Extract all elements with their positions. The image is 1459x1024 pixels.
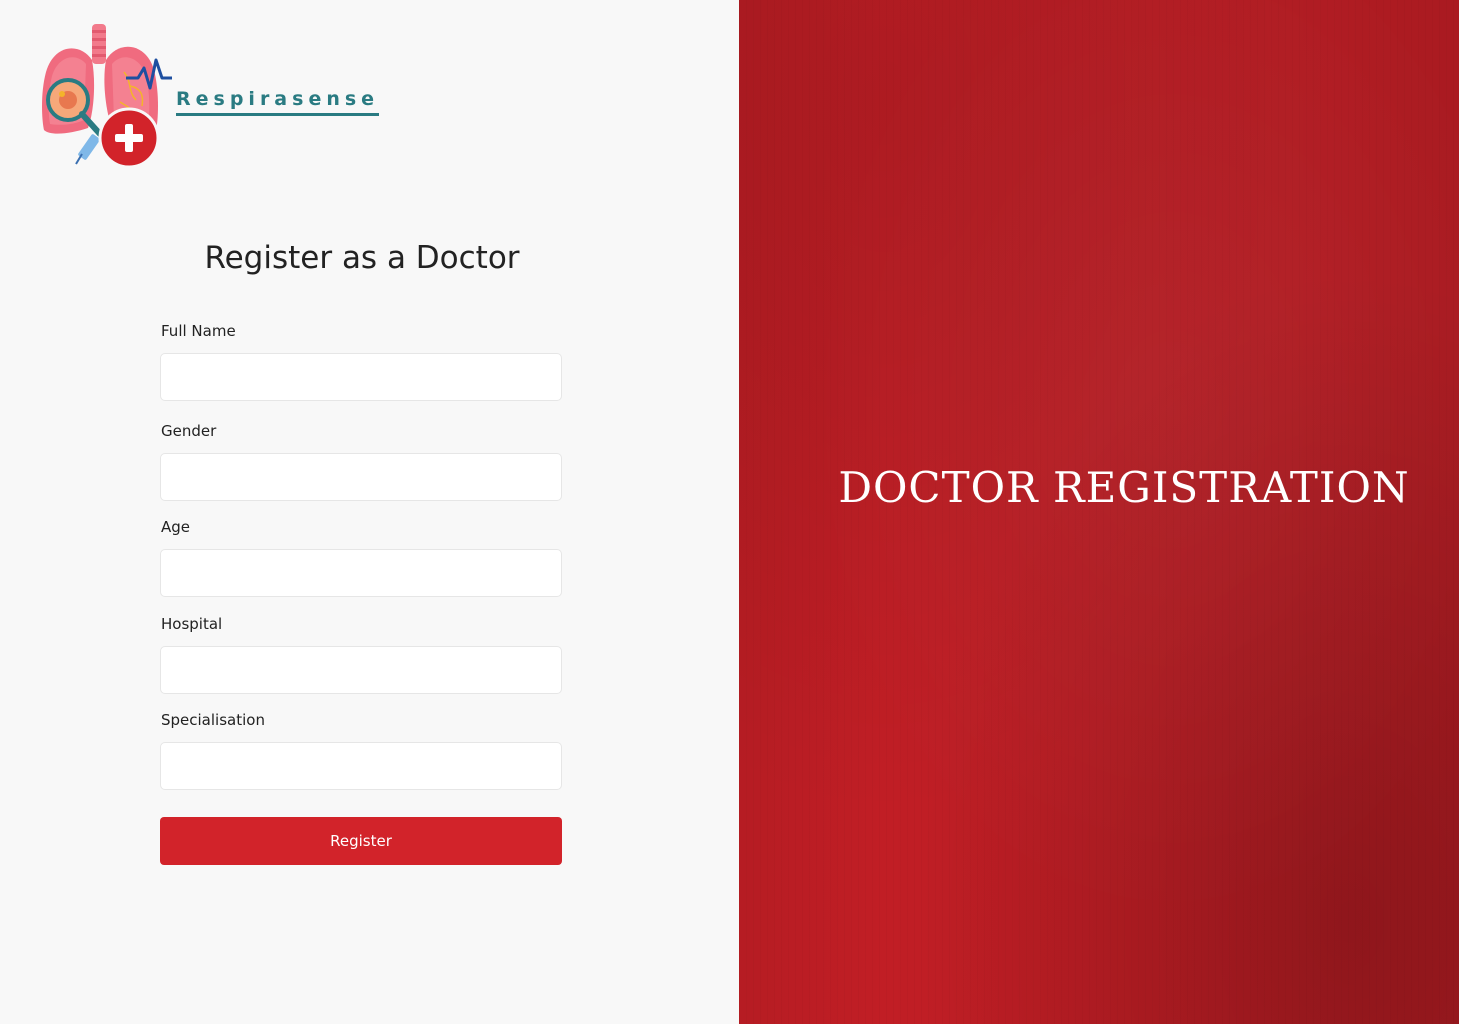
logo[interactable]: Respirasense bbox=[40, 22, 380, 172]
register-button[interactable]: Register bbox=[160, 817, 562, 865]
hero-title: DOCTOR REGISTRATION bbox=[838, 463, 1410, 512]
hero-texture bbox=[739, 0, 1459, 1024]
page: Respirasense Register as a Doctor Full N… bbox=[0, 0, 1459, 1024]
age-label: Age bbox=[161, 518, 191, 536]
page-title: Register as a Doctor bbox=[204, 240, 520, 276]
specialisation-label: Specialisation bbox=[161, 711, 265, 729]
syringe-icon bbox=[75, 134, 100, 165]
gender-label: Gender bbox=[161, 422, 217, 440]
plus-icon bbox=[98, 107, 160, 169]
hero-panel: DOCTOR REGISTRATION bbox=[739, 0, 1459, 1024]
hospital-label: Hospital bbox=[161, 615, 223, 633]
full-name-label: Full Name bbox=[161, 322, 236, 340]
brand-name: Respirasense bbox=[176, 88, 380, 116]
gender-field[interactable] bbox=[160, 453, 562, 501]
full-name-field[interactable] bbox=[160, 353, 562, 401]
hospital-field[interactable] bbox=[160, 646, 562, 694]
specialisation-field[interactable] bbox=[160, 742, 562, 790]
age-field[interactable] bbox=[160, 549, 562, 597]
lungs-logo-icon bbox=[42, 24, 172, 169]
registration-panel: Respirasense Register as a Doctor Full N… bbox=[0, 0, 739, 1024]
